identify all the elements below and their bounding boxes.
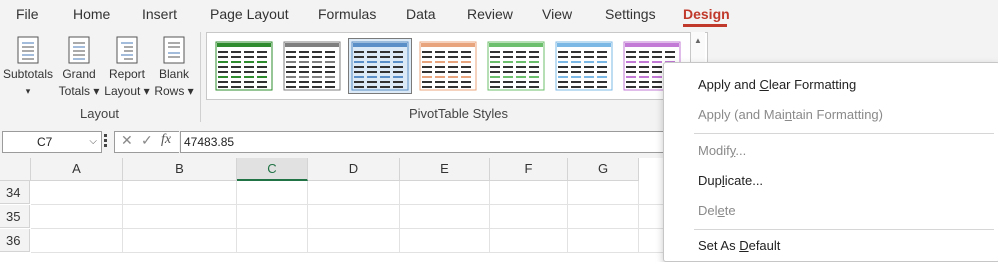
grid-cell[interactable]	[400, 181, 490, 205]
column-header-c[interactable]: C	[237, 158, 308, 181]
grid-cell[interactable]	[400, 229, 490, 253]
menu-item-apply-clear-formatting[interactable]: Apply and Clear Formatting	[698, 77, 856, 92]
blank-rows-button[interactable]: Blank Rows ▾	[152, 36, 196, 100]
tab-review[interactable]: Review	[467, 6, 513, 22]
column-header-b[interactable]: B	[123, 158, 237, 181]
column-header-d[interactable]: D	[308, 158, 400, 181]
grid-cell[interactable]	[490, 229, 568, 253]
grid-cell[interactable]	[308, 229, 400, 253]
style-thumb-green[interactable]	[213, 39, 275, 93]
grid-cell[interactable]	[123, 229, 237, 253]
name-box[interactable]: C7 ⌵	[2, 131, 102, 153]
formula-controls: ✕ ✓ fx	[114, 131, 179, 153]
active-tab-indicator	[683, 24, 727, 27]
style-preview-icon	[555, 41, 613, 91]
grid-cell[interactable]	[31, 205, 123, 229]
menu-item-set-as-default[interactable]: Set As Default	[698, 238, 780, 253]
style-preview-icon	[351, 41, 409, 91]
menu-item-modify: Modify...	[698, 143, 747, 158]
style-thumb-blue[interactable]	[348, 38, 412, 94]
menu-bar: File Home Insert Page Layout Formulas Da…	[0, 0, 998, 28]
menu-separator	[694, 133, 994, 134]
menu-item-apply-maintain-formatting: Apply (and Maintain Formatting)	[698, 107, 883, 122]
grid-cell[interactable]	[237, 181, 308, 205]
grid-cell[interactable]	[31, 181, 123, 205]
insert-function-icon[interactable]: fx	[161, 132, 171, 148]
grid-cell[interactable]	[123, 181, 237, 205]
grid-cell[interactable]	[237, 205, 308, 229]
menu-item-duplicate[interactable]: Duplicate...	[698, 173, 763, 188]
style-preview-icon	[487, 41, 545, 91]
tab-page-layout[interactable]: Page Layout	[210, 6, 289, 22]
column-header-a[interactable]: A	[31, 158, 123, 181]
grid-cell[interactable]	[123, 205, 237, 229]
row-header-34[interactable]: 34	[0, 181, 30, 204]
grid-cell[interactable]	[308, 181, 400, 205]
style-thumb-gray[interactable]	[281, 39, 343, 93]
grid-cell[interactable]	[237, 229, 308, 253]
menu-item-delete: Delete	[698, 203, 736, 218]
report-layout-label-1: Report	[108, 67, 146, 81]
style-context-menu: Apply and Clear Formatting Apply (and Ma…	[663, 62, 998, 262]
menu-separator	[694, 229, 994, 230]
subtotals-button[interactable]: Subtotals ▾	[2, 36, 54, 100]
group-divider	[200, 32, 201, 122]
tab-settings[interactable]: Settings	[605, 6, 656, 22]
subtotals-arrow: ▾	[25, 86, 31, 96]
style-preview-icon	[419, 41, 477, 91]
tab-home[interactable]: Home	[73, 6, 110, 22]
enter-icon[interactable]: ✓	[141, 132, 153, 149]
style-preview-icon	[215, 41, 273, 91]
subtotals-icon	[17, 36, 39, 64]
name-box-value: C7	[37, 135, 53, 149]
tab-formulas[interactable]: Formulas	[318, 6, 376, 22]
splitter-handle[interactable]	[104, 134, 107, 148]
style-thumb-light-blue[interactable]	[553, 39, 615, 93]
pivottable-styles-gallery[interactable]	[206, 32, 708, 100]
grand-totals-button[interactable]: Grand Totals ▾	[56, 36, 102, 100]
style-thumb-orange[interactable]	[417, 39, 479, 93]
blank-rows-label-1: Blank	[158, 67, 190, 81]
chevron-down-icon[interactable]: ⌵	[89, 132, 97, 152]
cancel-icon[interactable]: ✕	[121, 132, 133, 149]
report-layout-button[interactable]: Report Layout ▾	[104, 36, 150, 100]
report-layout-icon	[116, 36, 138, 64]
column-header-f[interactable]: F	[490, 158, 568, 181]
style-thumb-light-green[interactable]	[485, 39, 547, 93]
blank-rows-icon	[163, 36, 185, 64]
select-all-corner[interactable]	[0, 158, 31, 181]
layout-group-label: Layout	[80, 106, 120, 121]
grid-cell[interactable]	[568, 205, 639, 229]
report-layout-label-2: Layout ▾	[104, 84, 150, 98]
grid-cell[interactable]	[568, 229, 639, 253]
subtotals-label: Subtotals	[2, 67, 54, 81]
scroll-up-icon[interactable]: ▲	[694, 36, 702, 45]
grid-cell[interactable]	[400, 205, 490, 229]
grand-totals-icon	[68, 36, 90, 64]
column-header-g[interactable]: G	[568, 158, 639, 181]
grid-cell[interactable]	[568, 181, 639, 205]
tab-file[interactable]: File	[16, 6, 39, 22]
grid-cell[interactable]	[490, 181, 568, 205]
grid-cell[interactable]	[31, 229, 123, 253]
style-preview-icon	[283, 41, 341, 91]
grand-totals-label-2: Totals ▾	[58, 84, 100, 98]
grid-cell[interactable]	[490, 205, 568, 229]
grand-totals-label-1: Grand	[62, 67, 96, 81]
column-header-e[interactable]: E	[400, 158, 490, 181]
styles-group-label: PivotTable Styles	[409, 106, 508, 121]
tab-insert[interactable]: Insert	[142, 6, 177, 22]
row-header-36[interactable]: 36	[0, 229, 30, 252]
tab-data[interactable]: Data	[406, 6, 436, 22]
tab-view[interactable]: View	[542, 6, 572, 22]
grid-cell[interactable]	[308, 205, 400, 229]
row-header-35[interactable]: 35	[0, 205, 30, 228]
tab-design[interactable]: Design	[683, 6, 730, 22]
blank-rows-label-2: Rows ▾	[154, 84, 194, 98]
